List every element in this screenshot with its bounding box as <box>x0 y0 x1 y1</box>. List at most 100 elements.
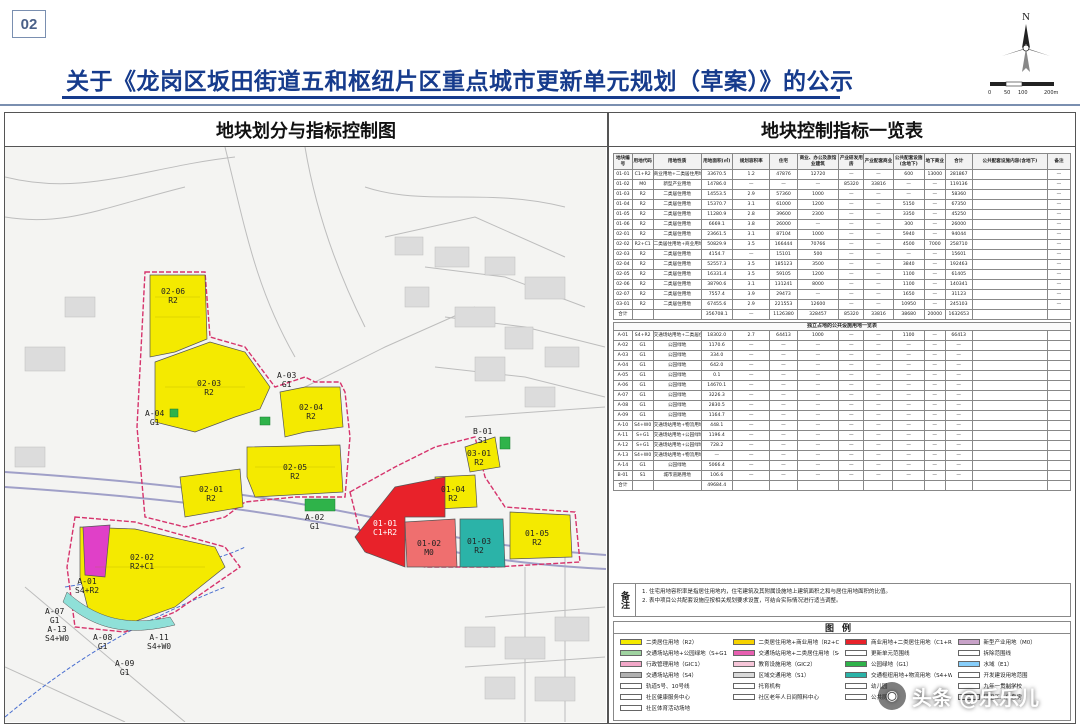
table-cell: — <box>731 249 771 260</box>
table-row[interactable]: 合计 49684.4 <box>613 480 1072 491</box>
plot-label-01-03[interactable]: 01-03 R2 <box>467 537 491 555</box>
table-header-cell: 备注 <box>1046 153 1072 170</box>
table-row[interactable]: 01-02 M0 新型产业用地 14786.0— — —85320 33816— —11913… <box>613 179 1072 190</box>
table-cell: 2.9 <box>731 189 771 200</box>
table-row[interactable]: 01-06 R2 二类居住用地 6669.1 3.8 26000— — —300—26000— <box>613 219 1072 230</box>
table-row[interactable]: A-07 G1 公园绿地 3226.3— — — — — — — — <box>613 390 1072 401</box>
table-row[interactable]: 02-07 R2 二类居住用地 7557.4 3.9 29473— — —1650—31123… <box>613 289 1072 300</box>
table-cell: R2 <box>631 199 654 210</box>
table-row[interactable]: A-03 G1 公园绿地 334.0— — — — — — — — <box>613 350 1072 361</box>
table-row[interactable]: 02-05 R2 二类居住用地 16331.4 3.5 59105 1200— —1100—6… <box>613 269 1072 280</box>
table-cell: 11280.9 <box>700 209 733 220</box>
table-cell: — <box>944 390 973 401</box>
table-cell: 70766 <box>796 239 840 250</box>
table-row[interactable]: 01-03 R2 二类居住用地 14553.5 2.9 57360 1000— — — —5836… <box>613 189 1072 200</box>
legend-swatch <box>957 639 980 645</box>
table-row[interactable]: A-09 G1 公园绿地 1164.7— — — — — — — — <box>613 410 1072 421</box>
plot-label-A-11[interactable]: A-11 S4+W0 <box>147 633 171 651</box>
plot-label-01-04[interactable]: 01-04 R2 <box>441 485 465 503</box>
plot-label-02-05[interactable]: 02-05 R2 <box>283 463 307 481</box>
legend-item: 社区老年人日间照料中心 <box>732 693 840 701</box>
plot-label-A-04[interactable]: A-04 G1 <box>145 409 164 427</box>
table-cell: 01-04 <box>613 199 633 210</box>
plot-label-A-01[interactable]: A-01 S4+R2 <box>75 577 99 595</box>
table-row[interactable]: A-12 S+G1 交通场站用地+公园绿地 728.2— — — — — — — — <box>613 440 1072 451</box>
table-row[interactable]: A-02 G1 公园绿地 1170.6— — — — — — — — <box>613 340 1072 351</box>
table-cell: — <box>863 239 894 250</box>
table-row[interactable]: A-11 S+G1 交通场站用地+公园绿地 1196.4— — — — — — — — <box>613 430 1072 441</box>
table-cell: — <box>838 209 865 220</box>
legend-item: 二类居住用地+商业用地（R2+C1） <box>732 638 839 646</box>
table-row[interactable]: 02-04 R2 二类居住用地 52557.3 3.5 185123 3500— —3840—… <box>613 259 1072 270</box>
table-cell: — <box>863 370 894 381</box>
map-panel-title: 地块划分与指标控制图 <box>5 113 607 147</box>
table-cell: — <box>769 410 798 421</box>
table-row[interactable]: A-14 G1 公园绿地 5066.4— — — — — — — — <box>613 460 1072 471</box>
table-row[interactable]: 02-01 R2 二类居住用地 23661.5 3.1 87104 1000— —5940—9… <box>613 229 1072 240</box>
plot-label-A-03[interactable]: A-03 G1 <box>277 371 296 389</box>
table-row[interactable]: A-06 G1 公园绿地 14670.1— — — — — — — — <box>613 380 1072 391</box>
table-row[interactable]: 01-04 R2 二类居住用地 15370.7 3.1 61000 1200— —5150—6… <box>613 199 1072 210</box>
table-cell: 公园绿地 <box>652 390 702 401</box>
table-cell: — <box>923 299 946 310</box>
plot-label-B-01[interactable]: B-01 S1 <box>473 427 492 445</box>
table-cell: — <box>863 209 894 220</box>
plot-label-02-06[interactable]: 02-06 R2 <box>161 287 185 305</box>
table-cell: — <box>863 450 894 461</box>
plot-label-01-01[interactable]: 01-01 C1+R2 <box>373 519 397 537</box>
plot-label-01-05[interactable]: 01-05 R2 <box>525 529 549 547</box>
table-cell: — <box>838 350 865 361</box>
table-cell: — <box>863 470 894 481</box>
table-cell: 61000 <box>769 199 798 210</box>
table-cell: — <box>892 370 925 381</box>
plot-label-02-02[interactable]: 02-02 R2+C1 <box>130 553 154 571</box>
table-row[interactable]: 合计 356708.1—1126380 328457 85320 33816 38680 2… <box>613 309 1072 320</box>
table-row[interactable]: 03-01 R2 二类居住用地 67455.6 2.9 221553 12600— —1095… <box>613 299 1072 310</box>
table-row[interactable]: A-04 G1 公园绿地 642.0— — — — — — — — <box>613 360 1072 371</box>
plot-label-02-01[interactable]: 02-01 R2 <box>199 485 223 503</box>
table-cell: — <box>838 380 865 391</box>
table-header-cell: 产业配套商业 <box>863 153 894 170</box>
table-cell: — <box>731 430 771 441</box>
legend-item: 水域（E1） <box>957 660 1065 668</box>
table-cell: 4154.7 <box>700 249 733 260</box>
table-row[interactable]: A-01S4+R2交通场站用地+二类居住用地18302.02.764413100… <box>613 330 1072 341</box>
table-cell: A-14 <box>613 460 633 471</box>
legend-label: 拆除范围线 <box>983 651 1012 657</box>
table-cell: — <box>892 249 925 260</box>
table-row[interactable]: A-10 S4+W0 交通场站用地+物流用地 448.1— — — — — — — — <box>613 420 1072 431</box>
plot-label-A-08[interactable]: A-08 G1 <box>93 633 112 651</box>
table-row[interactable]: A-08 G1 公园绿地 2830.5— — — — — — — — <box>613 400 1072 411</box>
table-row[interactable]: 02-02 R2+C1 二类居住用地+商业用地 50829.9 3.5 166444 707… <box>613 239 1072 250</box>
plot-label-02-03[interactable]: 02-03 R2 <box>197 379 221 397</box>
table-row[interactable]: 02-06 R2 二类居住用地 38790.6 3.1 131241 8000— —1100—… <box>613 279 1072 290</box>
table-cell <box>1046 309 1072 320</box>
plot-label-A-09[interactable]: A-09 G1 <box>115 659 134 677</box>
table-cell: 15370.7 <box>700 199 733 210</box>
table-row[interactable]: 01-01 C1+R2 商业用地+二类居住用地 33670.5 1.2 47876 1272… <box>613 169 1072 180</box>
table-cell: 5940 <box>892 229 925 240</box>
table-cell: — <box>731 400 771 411</box>
table-cell: 01-01 <box>613 169 633 180</box>
land-use-map[interactable]: 02-06 R2 02-03 R2 02-04 R2 02-05 R2 02-01 R2 … <box>5 147 606 722</box>
table-cell: — <box>731 350 771 361</box>
plot-label-A-07[interactable]: A-07 G1 <box>45 607 64 625</box>
table-row[interactable]: 01-05 R2 二类居住用地 11280.9 2.8 39600 2300— —3350—4… <box>613 209 1072 220</box>
table-cell: — <box>923 450 946 461</box>
table-row[interactable]: B-01 S1 城市道路用地 106.6— — — — — — — — <box>613 470 1072 481</box>
plot-label-A-02[interactable]: A-02 G1 <box>305 513 324 531</box>
table-cell: 3.8 <box>731 219 771 230</box>
table-cell <box>971 370 1048 381</box>
table-cell: — <box>769 380 798 391</box>
table-row[interactable]: A-05 G1 公园绿地 0.1— — — — — — — — <box>613 370 1072 381</box>
table-row[interactable]: A-13 S4+W0 交通场站用地+物流用地 — — — — — — — — — <box>613 450 1072 461</box>
table-cell: R2 <box>631 209 654 220</box>
plot-label-02-04[interactable]: 02-04 R2 <box>299 403 323 421</box>
table-row[interactable]: 02-03 R2 二类居住用地 4154.7—15101 500— — — —15601— <box>613 249 1072 260</box>
table-body-plots: 01-01 C1+R2 商业用地+二类居住用地 33670.5 1.2 47876 1272… <box>613 169 1072 320</box>
plot-label-03-01[interactable]: 03-01 R2 <box>467 449 491 467</box>
plot-label-01-02[interactable]: 01-02 M0 <box>417 539 441 557</box>
table-cell: — <box>944 420 973 431</box>
plot-label-A-13[interactable]: A-13 S4+W0 <box>45 625 69 643</box>
table-cell: — <box>731 340 771 351</box>
